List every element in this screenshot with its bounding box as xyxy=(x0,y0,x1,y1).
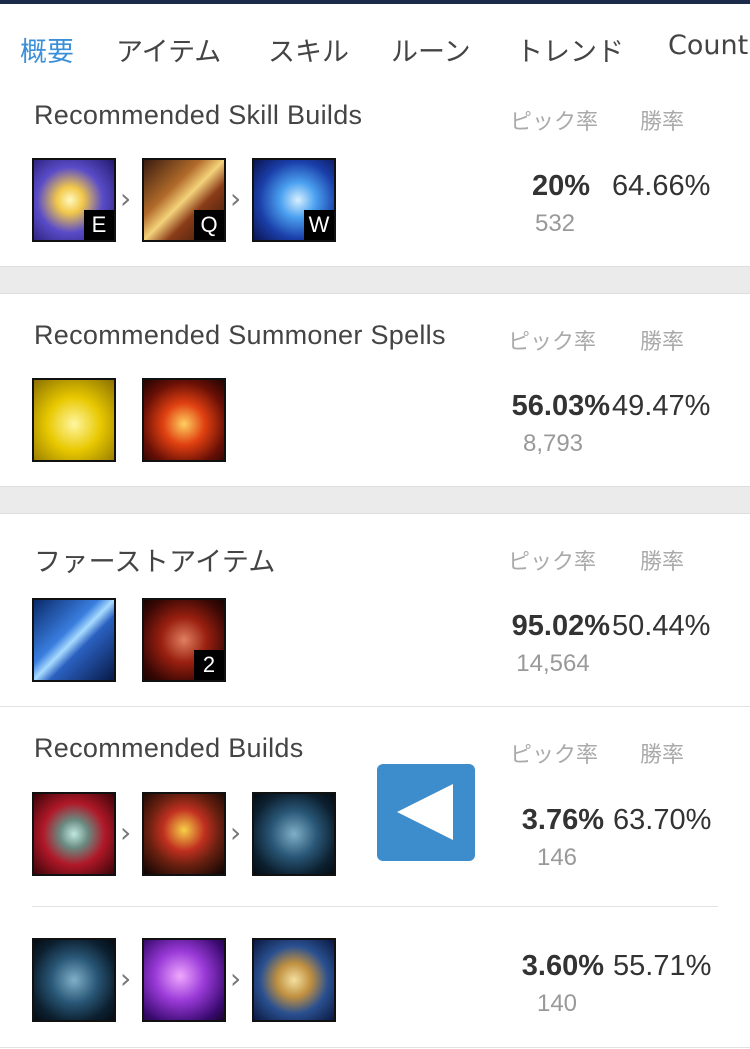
win-rate-header: 勝率 xyxy=(640,743,685,768)
win-rate-value: 50.44% xyxy=(612,610,711,642)
potion-item-icon[interactable]: 2 xyxy=(142,598,226,682)
tab-runes[interactable]: ルーン xyxy=(391,30,471,69)
game-count: 146 xyxy=(536,844,578,871)
pick-rate-value: 95.02% xyxy=(511,610,610,642)
dagger-item-icon[interactable] xyxy=(32,598,116,682)
game-count: 8,793 xyxy=(522,430,584,457)
win-rate-value: 49.47% xyxy=(612,390,711,422)
skill-q-icon[interactable]: Q xyxy=(142,158,226,242)
tab-bar: 概要 アイテム スキル ルーン トレンド Count xyxy=(0,4,750,90)
orb-item-icon[interactable] xyxy=(142,938,226,1022)
tome-item-icon[interactable] xyxy=(252,792,336,876)
game-count: 532 xyxy=(534,210,576,237)
section-title: ファーストアイテム xyxy=(34,547,276,577)
pick-rate-header: ピック率 xyxy=(510,110,599,135)
win-rate-header: 勝率 xyxy=(640,110,685,135)
win-rate-header: 勝率 xyxy=(640,550,685,575)
chevron-right-icon: › xyxy=(120,962,132,995)
flash-spell-icon[interactable] xyxy=(32,378,116,462)
ignite-spell-icon[interactable] xyxy=(142,378,226,462)
chevron-right-icon: › xyxy=(120,182,132,215)
win-rate-value: 55.71% xyxy=(613,950,712,982)
pick-rate-value: 56.03% xyxy=(511,390,610,422)
chevron-right-icon: › xyxy=(120,816,132,849)
game-count: 140 xyxy=(536,990,578,1017)
back-button[interactable] xyxy=(377,764,475,861)
chevron-right-icon: › xyxy=(230,816,242,849)
tab-items[interactable]: アイテム xyxy=(116,30,221,69)
pick-rate-header: ピック率 xyxy=(508,550,597,575)
pick-rate-header: ピック率 xyxy=(508,330,597,355)
section-title: Recommended Builds xyxy=(34,733,304,763)
skill-key-badge: E xyxy=(84,210,114,240)
skill-key-badge: W xyxy=(304,210,334,240)
tab-counters[interactable]: Count xyxy=(668,30,748,61)
win-rate-header: 勝率 xyxy=(640,330,685,355)
recommended-builds-section: Recommended Builds ピック率 勝率 › › 3.76% 63.… xyxy=(0,707,750,1049)
tab-trends[interactable]: トレンド xyxy=(516,30,624,69)
win-rate-value: 63.70% xyxy=(613,804,712,836)
tab-skills[interactable]: スキル xyxy=(268,30,349,69)
skill-key-badge: Q xyxy=(194,210,224,240)
pick-rate-value: 3.76% xyxy=(521,804,604,836)
grail-item-icon[interactable] xyxy=(142,792,226,876)
skill-w-icon[interactable]: W xyxy=(252,158,336,242)
section-divider xyxy=(0,1047,750,1048)
skill-builds-section: Recommended Skill Builds ピック率 勝率 E › Q ›… xyxy=(0,90,750,266)
section-title: Recommended Summoner Spells xyxy=(34,320,446,350)
first-item-section: ファーストアイテム ピック率 勝率 2 95.02% 50.44% 14,564 xyxy=(0,514,750,706)
pick-rate-header: ピック率 xyxy=(510,743,599,768)
tome-item-icon[interactable] xyxy=(32,938,116,1022)
game-count: 14,564 xyxy=(516,650,590,677)
section-title: Recommended Skill Builds xyxy=(34,100,363,130)
row-divider xyxy=(32,906,718,907)
pick-rate-value: 20% xyxy=(531,170,590,202)
chevron-right-icon: › xyxy=(230,962,242,995)
skill-e-icon[interactable]: E xyxy=(32,158,116,242)
section-divider xyxy=(0,486,750,514)
chevron-right-icon: › xyxy=(230,182,242,215)
pick-rate-value: 3.60% xyxy=(521,950,604,982)
win-rate-value: 64.66% xyxy=(612,170,711,202)
left-triangle-icon xyxy=(397,784,453,840)
item-count-badge: 2 xyxy=(194,650,224,680)
seal-item-icon[interactable] xyxy=(32,792,116,876)
section-divider xyxy=(0,266,750,294)
tab-overview[interactable]: 概要 xyxy=(20,30,74,69)
summoner-spells-section: Recommended Summoner Spells ピック率 勝率 56.0… xyxy=(0,294,750,486)
hourglass-item-icon[interactable] xyxy=(252,938,336,1022)
